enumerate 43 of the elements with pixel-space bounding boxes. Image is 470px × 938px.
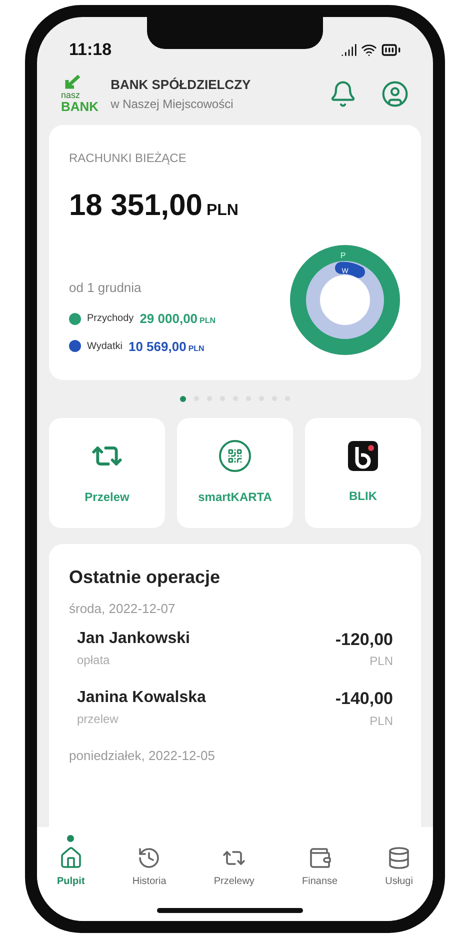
operation-row[interactable]: Janina Kowalska przelew -140,00 PLN — [69, 678, 401, 738]
payee-name: Janina Kowalska — [77, 688, 206, 708]
database-icon — [387, 846, 412, 870]
section-title: Ostatnie operacje — [69, 566, 222, 589]
legend-amount: 10 569,00 PLN — [128, 338, 204, 356]
home-icon — [58, 846, 83, 870]
balance-amount: 18 351,00 PLN — [69, 188, 240, 224]
legend-label: Przychody — [87, 312, 134, 326]
wallet-icon — [308, 846, 332, 870]
blik-logo-icon — [348, 441, 378, 471]
operation-type: opłata — [77, 652, 111, 668]
tab-bar-item[interactable]: Pulpit — [57, 835, 85, 889]
legend-amount: 29 000,00 PLN — [140, 310, 216, 328]
bank-name: BANK SPÓŁDZIELCZY — [110, 76, 251, 94]
operation-amount: -140,00 — [335, 688, 393, 710]
operation-amount: -120,00 — [335, 628, 393, 650]
card-title: RACHUNKI BIEŻĄCE — [69, 150, 188, 167]
legend-label: Wydatki — [87, 340, 122, 354]
operation-currency: PLN — [370, 712, 393, 730]
operation-currency: PLN — [370, 653, 393, 670]
wifi-icon — [361, 42, 377, 58]
logo-small-text: nasz — [61, 91, 80, 100]
operation-row[interactable]: Jan Jankowski opłata -120,00 PLN — [69, 618, 401, 678]
shortcut-tile[interactable]: smartKARTA — [177, 418, 293, 528]
period-label: od 1 grudnia — [69, 278, 142, 297]
tab-bar-item[interactable]: Historia — [132, 835, 166, 889]
shortcut-tile[interactable]: Przelew — [49, 418, 165, 528]
status-time: 11:18 — [69, 39, 112, 62]
profile-icon[interactable] — [381, 80, 409, 108]
date-label: środa, 2022-12-07 — [69, 600, 176, 618]
signal-icon — [341, 42, 357, 58]
tab-bar-item[interactable]: Przelewy — [214, 835, 254, 889]
operation-type: przelew — [77, 711, 120, 728]
notification-bell-icon[interactable] — [329, 80, 357, 108]
bank-location: w Naszej Miejscowości — [110, 96, 234, 113]
shortcut-tile[interactable]: BLIK — [305, 418, 421, 528]
payee-name: Jan Jankowski — [77, 628, 190, 648]
tab-bar-item[interactable]: Usługi — [385, 835, 413, 889]
history-icon — [137, 846, 162, 870]
tab-bar-item[interactable]: Finanse — [302, 835, 338, 889]
date-label: poniedziałek, 2022-12-05 — [69, 746, 216, 765]
logo-text: BANK — [61, 100, 99, 113]
qr-code-icon — [219, 440, 251, 472]
